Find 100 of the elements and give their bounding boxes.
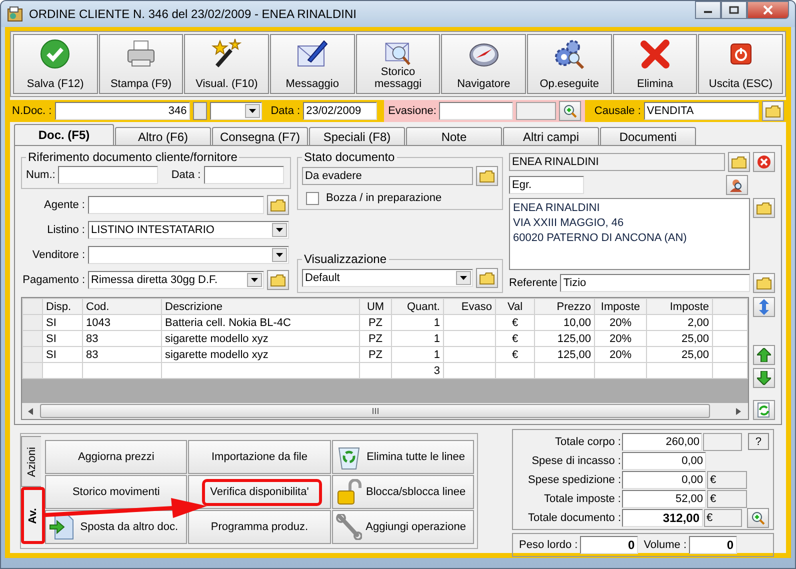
tab[interactable]: Speciali (F8) — [309, 127, 405, 145]
table-cell: 3 — [392, 362, 444, 378]
move-down-button[interactable] — [753, 368, 775, 388]
side-tab[interactable]: Azioni — [21, 436, 41, 488]
zoom-button[interactable] — [747, 508, 769, 528]
remove-button[interactable] — [753, 152, 775, 172]
causale-label: Causale : — [594, 105, 641, 117]
action-button[interactable]: Verifica disponibilita' — [188, 475, 331, 509]
table-cell: € — [496, 314, 534, 330]
help-button[interactable]: ? — [748, 433, 769, 450]
tab[interactable]: Doc. (F5) — [14, 124, 114, 145]
tab[interactable]: Consegna (F7) — [212, 127, 308, 145]
toolbar-button[interactable]: Uscita (ESC) — [698, 34, 784, 94]
table-cell: PZ — [360, 346, 392, 362]
table-cell: € — [496, 330, 534, 346]
column-header[interactable]: Imposte — [594, 298, 646, 314]
checkbox[interactable] — [306, 192, 319, 205]
close-button[interactable] — [747, 1, 789, 19]
tab[interactable]: Altri campi — [503, 127, 599, 145]
column-header[interactable]: Quant. — [392, 298, 444, 314]
small-button[interactable] — [192, 102, 207, 120]
salutation-field[interactable]: Egr. — [509, 176, 584, 194]
column-header[interactable]: Disp. — [42, 298, 82, 314]
column-header[interactable]: Val — [496, 298, 534, 314]
column-header[interactable]: Evaso — [444, 298, 496, 314]
caret-icon — [276, 253, 283, 257]
table-cell: sigarette modello xyz — [162, 346, 360, 362]
evasione-field[interactable] — [439, 102, 514, 120]
action-button[interactable]: Aggiorna prezzi — [45, 440, 188, 474]
tab[interactable]: Documenti — [600, 127, 696, 145]
dropdown[interactable] — [88, 246, 289, 264]
text-field[interactable] — [88, 196, 264, 214]
toolbar-button[interactable]: Visual. (F10) — [184, 34, 270, 94]
app-icon — [7, 6, 23, 22]
group-title: Visualizzazione — [303, 252, 388, 266]
minimize-button[interactable] — [695, 1, 721, 19]
table-cell: SI — [42, 330, 82, 346]
action-button[interactable]: Importazione da file — [188, 440, 331, 474]
maximize-button[interactable] — [721, 1, 747, 19]
evasione-extra-field — [516, 102, 556, 120]
side-tab[interactable]: Av. — [21, 487, 45, 544]
refresh-button[interactable] — [753, 400, 775, 420]
dropdown[interactable]: Rimessa diretta 30gg D.F. — [88, 271, 264, 289]
toolbar-button[interactable]: Messaggio — [270, 34, 355, 94]
referente-label: Referente — [509, 277, 558, 289]
action-button[interactable]: Storico movimenti — [45, 475, 188, 509]
folder-button[interactable] — [267, 270, 289, 290]
person-search-button[interactable] — [726, 175, 748, 195]
toolbar-button[interactable]: Elimina — [612, 34, 698, 94]
causale-field[interactable]: VENDITA — [644, 102, 759, 120]
action-button[interactable]: Programma produz. — [188, 510, 331, 544]
horizontal-scrollbar[interactable] — [22, 403, 748, 419]
action-button[interactable]: Aggiungi operazione — [332, 510, 474, 544]
toolbar-button[interactable]: Storico messaggi — [356, 34, 440, 94]
toolbar-button[interactable]: Salva (F12) — [13, 34, 98, 94]
date-field[interactable] — [204, 166, 284, 184]
folder-button[interactable] — [476, 166, 498, 186]
date-field[interactable]: 23/02/2009 — [303, 102, 378, 120]
column-header[interactable]: Descrizione — [162, 298, 360, 314]
toolbar-button[interactable]: Op.eseguite — [527, 34, 612, 94]
column-header[interactable]: Imposte — [646, 298, 712, 314]
folder-button[interactable] — [267, 195, 289, 215]
folder-button[interactable] — [476, 268, 498, 288]
dropdown[interactable]: LISTINO INTESTATARIO — [88, 221, 289, 239]
num-field[interactable] — [58, 166, 158, 184]
field-label: Agente : — [43, 199, 85, 211]
field-label: Venditore : — [31, 249, 85, 261]
toolbar-button[interactable]: Stampa (F9) — [98, 34, 184, 94]
action-button[interactable]: Blocca/sblocca linee — [332, 475, 474, 509]
action-button[interactable]: Elimina tutte le linee — [332, 440, 474, 474]
column-header[interactable]: Cod. — [82, 298, 162, 314]
column-header[interactable]: Prezzo — [534, 298, 594, 314]
folder-icon — [765, 104, 781, 118]
sort-button[interactable] — [753, 297, 775, 317]
checkbox-label: Bozza / in preparazione — [326, 192, 442, 204]
series-dropdown[interactable] — [210, 102, 262, 120]
folder-button[interactable] — [728, 152, 750, 172]
move-up-button[interactable] — [753, 345, 775, 365]
tab[interactable]: Note — [406, 127, 502, 145]
table-cell: PZ — [360, 314, 392, 330]
zoom-button[interactable] — [559, 101, 582, 121]
column-header[interactable]: UM — [360, 298, 392, 314]
referente-field[interactable]: Tizio — [560, 274, 750, 292]
table-cell: 20% — [594, 330, 646, 346]
folder-button[interactable] — [762, 101, 784, 121]
folder-icon — [756, 276, 772, 290]
group-title: Stato documento — [303, 150, 396, 164]
action-button[interactable]: Sposta da altro doc. — [45, 510, 188, 544]
document-arrow-icon — [49, 514, 75, 540]
table-cell: € — [496, 346, 534, 362]
zoom-in-icon — [751, 510, 765, 524]
address-field[interactable]: ENEA RINALDINI VIA XXIII MAGGIO, 46 60020 PATERNO DI ANCONA (AN) — [509, 198, 750, 270]
toolbar-button[interactable]: Navigatore — [441, 34, 526, 94]
caret-icon — [276, 228, 283, 232]
tab[interactable]: Altro (F6) — [115, 127, 211, 145]
ndoc-field[interactable]: 346 — [54, 102, 190, 120]
table-cell: 25,00 — [646, 346, 712, 362]
folder-button[interactable] — [753, 273, 775, 293]
view-dropdown[interactable]: Default — [302, 269, 473, 287]
folder-button[interactable] — [753, 198, 775, 218]
